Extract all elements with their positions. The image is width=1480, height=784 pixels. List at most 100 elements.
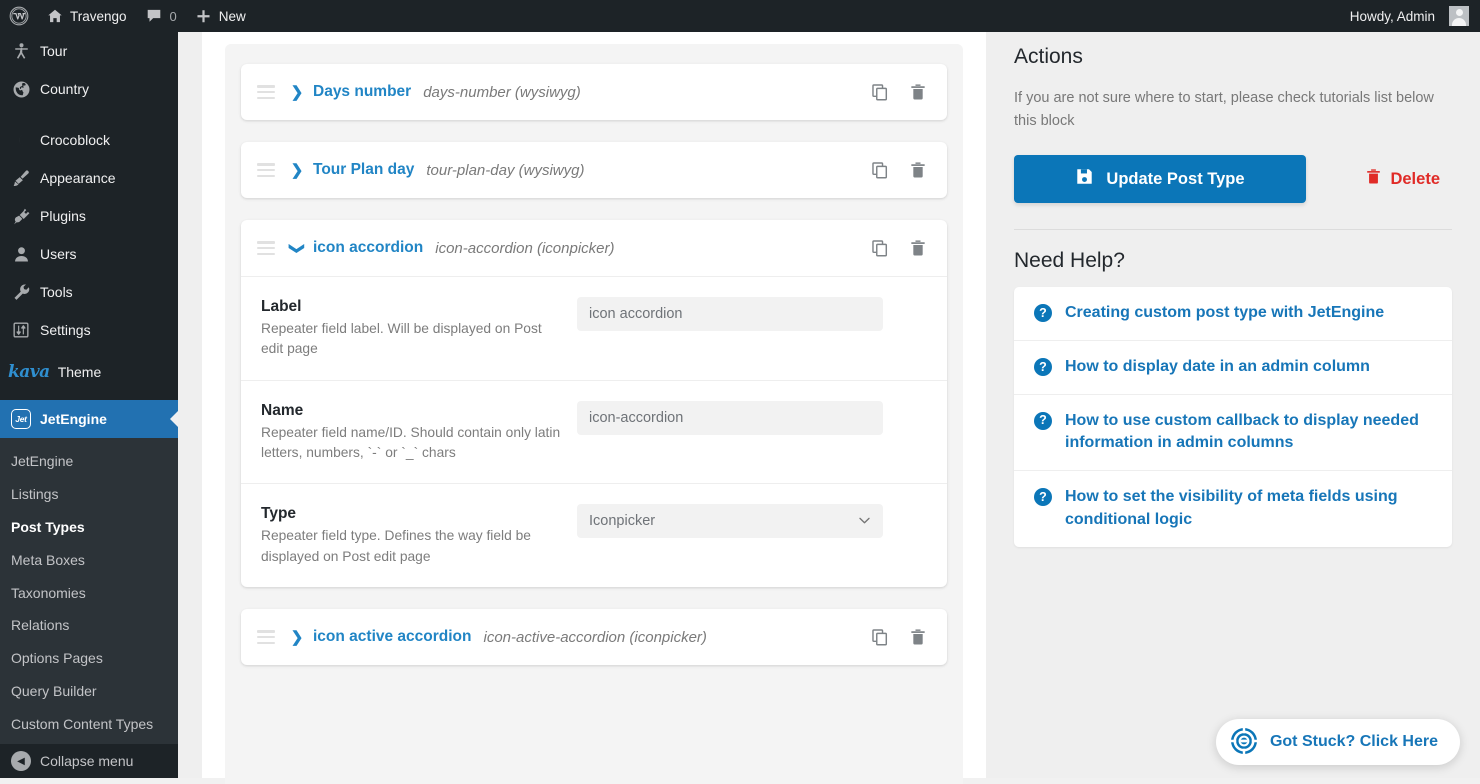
- sidebar-item-label: Plugins: [40, 208, 86, 224]
- repeater-field-title: Days number: [313, 83, 412, 100]
- my-account-button[interactable]: Howdy, Admin: [1341, 0, 1480, 32]
- repeater-field-actions: [869, 81, 929, 103]
- submenu-item-meta-boxes[interactable]: Meta Boxes: [0, 544, 178, 577]
- sidebar-item-label: Users: [40, 246, 77, 262]
- support-chat-label: Got Stuck? Click Here: [1269, 733, 1438, 750]
- setting-label: Label: [261, 298, 302, 315]
- collapse-menu-label: Collapse menu: [40, 753, 134, 769]
- menu-divider: [0, 108, 178, 121]
- repeater-field-title: Tour Plan day: [313, 161, 415, 178]
- sidebar-item-label: Tour: [40, 43, 68, 59]
- sidebar-item-plugins[interactable]: Plugins: [0, 197, 178, 235]
- sidebar-item-country[interactable]: Country: [0, 70, 178, 108]
- trash-icon: [1365, 168, 1382, 190]
- repeater-field-title: icon active accordion: [313, 628, 472, 646]
- trash-icon[interactable]: [907, 237, 929, 259]
- collapse-menu-button[interactable]: ◀ Collapse menu: [0, 744, 178, 778]
- submenu-item-post-types[interactable]: Post Types: [0, 511, 178, 544]
- chevron-down-icon[interactable]: ❯: [289, 242, 306, 255]
- menu-divider: [0, 349, 178, 362]
- wordpress-logo-button[interactable]: [0, 0, 38, 32]
- repeater-field-slug: icon-accordion (iconpicker): [435, 239, 615, 257]
- sidebar-item-label: Theme: [57, 364, 102, 380]
- label-input[interactable]: [577, 297, 883, 331]
- type-select[interactable]: Iconpicker: [577, 504, 883, 539]
- delete-post-type-label: Delete: [1390, 169, 1440, 188]
- sidebar-item-tools[interactable]: Tools: [0, 273, 178, 311]
- sidebar-item-label: Settings: [40, 322, 91, 338]
- field-setting-control-col: [577, 400, 927, 435]
- setting-description: Repeater field name/ID. Should contain o…: [261, 424, 561, 461]
- repeater-field-item: ❯ Tour Plan day tour-plan-day (wysiwyg): [241, 142, 947, 198]
- chevron-right-icon[interactable]: ❯: [291, 630, 304, 645]
- submenu-item-relations[interactable]: Relations: [0, 609, 178, 642]
- drag-handle-icon[interactable]: [257, 630, 275, 645]
- new-content-button[interactable]: New: [186, 0, 255, 32]
- field-setting-label-col: Name Repeater field name/ID. Should cont…: [261, 401, 577, 464]
- name-input[interactable]: [577, 400, 883, 435]
- need-help-heading: Need Help?: [1014, 249, 1125, 272]
- sidebar-item-jetengine[interactable]: Jet JetEngine: [0, 400, 178, 438]
- delete-post-type-button[interactable]: Delete: [1365, 168, 1440, 190]
- drag-handle-icon[interactable]: [257, 241, 275, 255]
- kava-logo: kava: [8, 362, 50, 382]
- actions-description: If you are not sure where to start, plea…: [1014, 90, 1434, 130]
- sidebar-item-appearance[interactable]: Appearance: [0, 159, 178, 197]
- repeater-field-actions: [869, 159, 929, 181]
- submenu-item-options-pages[interactable]: Options Pages: [0, 642, 178, 675]
- drag-handle-icon[interactable]: [257, 85, 275, 99]
- help-link-item[interactable]: ? How to display date in an admin column: [1014, 339, 1452, 394]
- support-chat-button[interactable]: Got Stuck? Click Here: [1215, 719, 1460, 765]
- help-link-item[interactable]: ? How to set the visibility of meta fiel…: [1014, 470, 1452, 546]
- repeater-field-header[interactable]: ❯ Days number days-number (wysiwyg): [241, 64, 947, 120]
- sidebar-item-kava-theme[interactable]: kava Theme: [0, 362, 178, 400]
- help-link-item[interactable]: ? Creating custom post type with JetEngi…: [1014, 287, 1452, 340]
- update-post-type-button[interactable]: Update Post Type: [1014, 155, 1306, 203]
- help-link-item[interactable]: ? How to use custom callback to display …: [1014, 393, 1452, 470]
- sidebar-item-tour[interactable]: Tour: [0, 32, 178, 70]
- repeater-field-title: icon accordion: [313, 239, 424, 256]
- field-setting-row-type: Type Repeater field type. Defines the wa…: [241, 483, 947, 587]
- copy-icon[interactable]: [869, 159, 891, 181]
- sidebar-item-users[interactable]: Users: [0, 235, 178, 273]
- sidebar-item-label: Appearance: [40, 170, 116, 186]
- trash-icon[interactable]: [907, 81, 929, 103]
- sidebar-item-settings[interactable]: Settings: [0, 311, 178, 349]
- drag-handle-icon[interactable]: [257, 163, 275, 177]
- chevron-right-icon[interactable]: ❯: [291, 163, 304, 178]
- sidebar-item-crocoblock[interactable]: Crocoblock: [0, 121, 178, 159]
- plug-icon: [11, 206, 31, 226]
- paintbrush-icon: [11, 168, 31, 188]
- submenu-item-custom-content-types[interactable]: Custom Content Types: [0, 708, 178, 741]
- howdy-label: Howdy, Admin: [1349, 8, 1435, 24]
- trash-icon[interactable]: [907, 159, 929, 181]
- repeater-field-header[interactable]: ❯ icon accordion icon-accordion (iconpic…: [241, 220, 947, 276]
- comments-button[interactable]: 0: [136, 0, 186, 32]
- repeater-fields-panel: ❯ Days number days-number (wysiwyg) ❯ To…: [225, 44, 963, 784]
- setting-description: Repeater field label. Will be displayed …: [261, 320, 542, 357]
- submenu-item-query-builder[interactable]: Query Builder: [0, 675, 178, 708]
- repeater-field-header[interactable]: ❯ Tour Plan day tour-plan-day (wysiwyg): [241, 142, 947, 198]
- field-setting-control-col: [577, 297, 927, 331]
- trash-icon[interactable]: [907, 626, 929, 648]
- type-select-wrap: Iconpicker: [577, 504, 883, 539]
- chevron-right-icon[interactable]: ❯: [291, 85, 304, 100]
- copy-icon[interactable]: [869, 237, 891, 259]
- copy-icon[interactable]: [869, 626, 891, 648]
- update-post-type-label: Update Post Type: [1106, 169, 1245, 188]
- question-circle-icon: ?: [1034, 411, 1052, 430]
- sidebar-item-label: Crocoblock: [40, 132, 111, 148]
- copy-icon[interactable]: [869, 81, 891, 103]
- site-name-button[interactable]: Travengo: [38, 0, 136, 32]
- setting-description: Repeater field type. Defines the way fie…: [261, 528, 531, 564]
- submenu-item-taxonomies[interactable]: Taxonomies: [0, 577, 178, 610]
- setting-label: Name: [261, 401, 304, 419]
- setting-label: Type: [261, 505, 297, 523]
- left-gutter: [178, 32, 202, 778]
- globe-icon: [11, 79, 31, 99]
- repeater-field-slug: days-number (wysiwyg): [423, 83, 581, 101]
- submenu-item-jetengine[interactable]: JetEngine: [0, 445, 178, 478]
- submenu-item-listings[interactable]: Listings: [0, 478, 178, 511]
- crocoblock-moon-icon: [11, 130, 31, 150]
- repeater-field-header[interactable]: ❯ icon active accordion icon-active-acco…: [241, 609, 947, 665]
